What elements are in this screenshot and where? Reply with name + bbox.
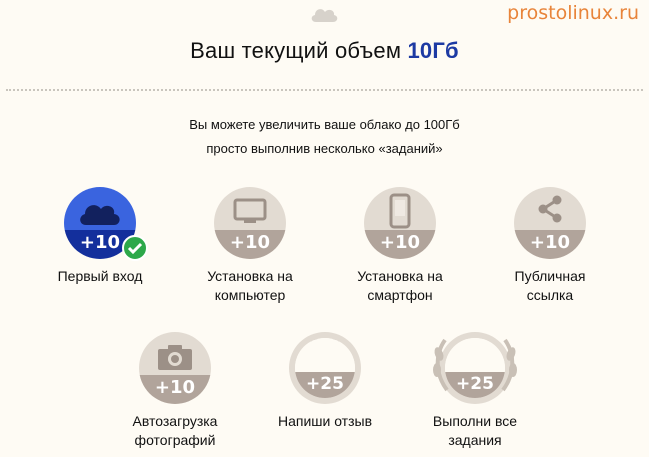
smartphone-icon [389,193,411,229]
monitor-icon [233,198,267,223]
task-complete-all[interactable]: +25 Выполни все задания [395,332,555,450]
task-label-line-2: фотографий [134,432,216,448]
task-points: +10 [154,377,196,398]
task-label: Установка на [357,268,443,284]
task-label: Напиши отзыв [277,413,373,429]
task-write-review[interactable]: +25 Напиши отзыв [245,332,405,431]
task-label: Установка на [207,268,293,284]
current-volume: 10Гб [407,38,459,63]
task-badge: +10 [214,187,286,259]
task-photo-autoupload[interactable]: +10 Автозагрузка фотографий [95,332,255,450]
task-badge: +10 [514,187,586,259]
subtitle-line-1: Вы можете увеличить ваше облако до 100Гб [189,117,460,132]
task-install-smartphone[interactable]: +10 Установка на смартфон [320,187,480,305]
task-points: +10 [379,232,421,253]
cloud-icon [311,9,338,22]
share-icon [538,195,562,223]
task-label-line-2: компьютер [214,287,286,303]
task-points: +25 [306,374,344,394]
task-label: Первый вход [57,268,143,284]
task-label-line-2: задания [448,432,502,448]
task-points: +25 [456,374,494,394]
task-label: Публичная [514,268,586,284]
watermark: prostolinux.ru [507,2,639,24]
task-label: Автозагрузка [132,413,218,429]
completed-check-icon [122,235,148,261]
task-first-login[interactable]: +10 Первый вход [20,187,180,286]
page-title: Ваш текущий объем 10Гб [0,38,649,64]
camera-icon [158,345,192,370]
task-label-line-2: ссылка [526,287,574,303]
cloud-icon [80,205,120,225]
subtitle: Вы можете увеличить ваше облако до 100Гб… [0,113,649,161]
task-points: +10 [229,232,271,253]
title-prefix: Ваш текущий объем [190,38,402,63]
task-badge: +25 [289,332,361,404]
task-install-computer[interactable]: +10 Установка на компьютер [170,187,330,305]
task-badge: +25 [433,332,517,404]
task-points: +10 [529,232,571,253]
task-public-link[interactable]: +10 Публичная ссылка [470,187,630,305]
task-label-line-2: смартфон [367,287,433,303]
task-badge: +10 [139,332,211,404]
task-badge: +10 [364,187,436,259]
subtitle-line-2: просто выполнив несколько «заданий» [206,141,443,156]
task-label: Выполни все [432,413,518,429]
dotted-divider [6,89,643,91]
